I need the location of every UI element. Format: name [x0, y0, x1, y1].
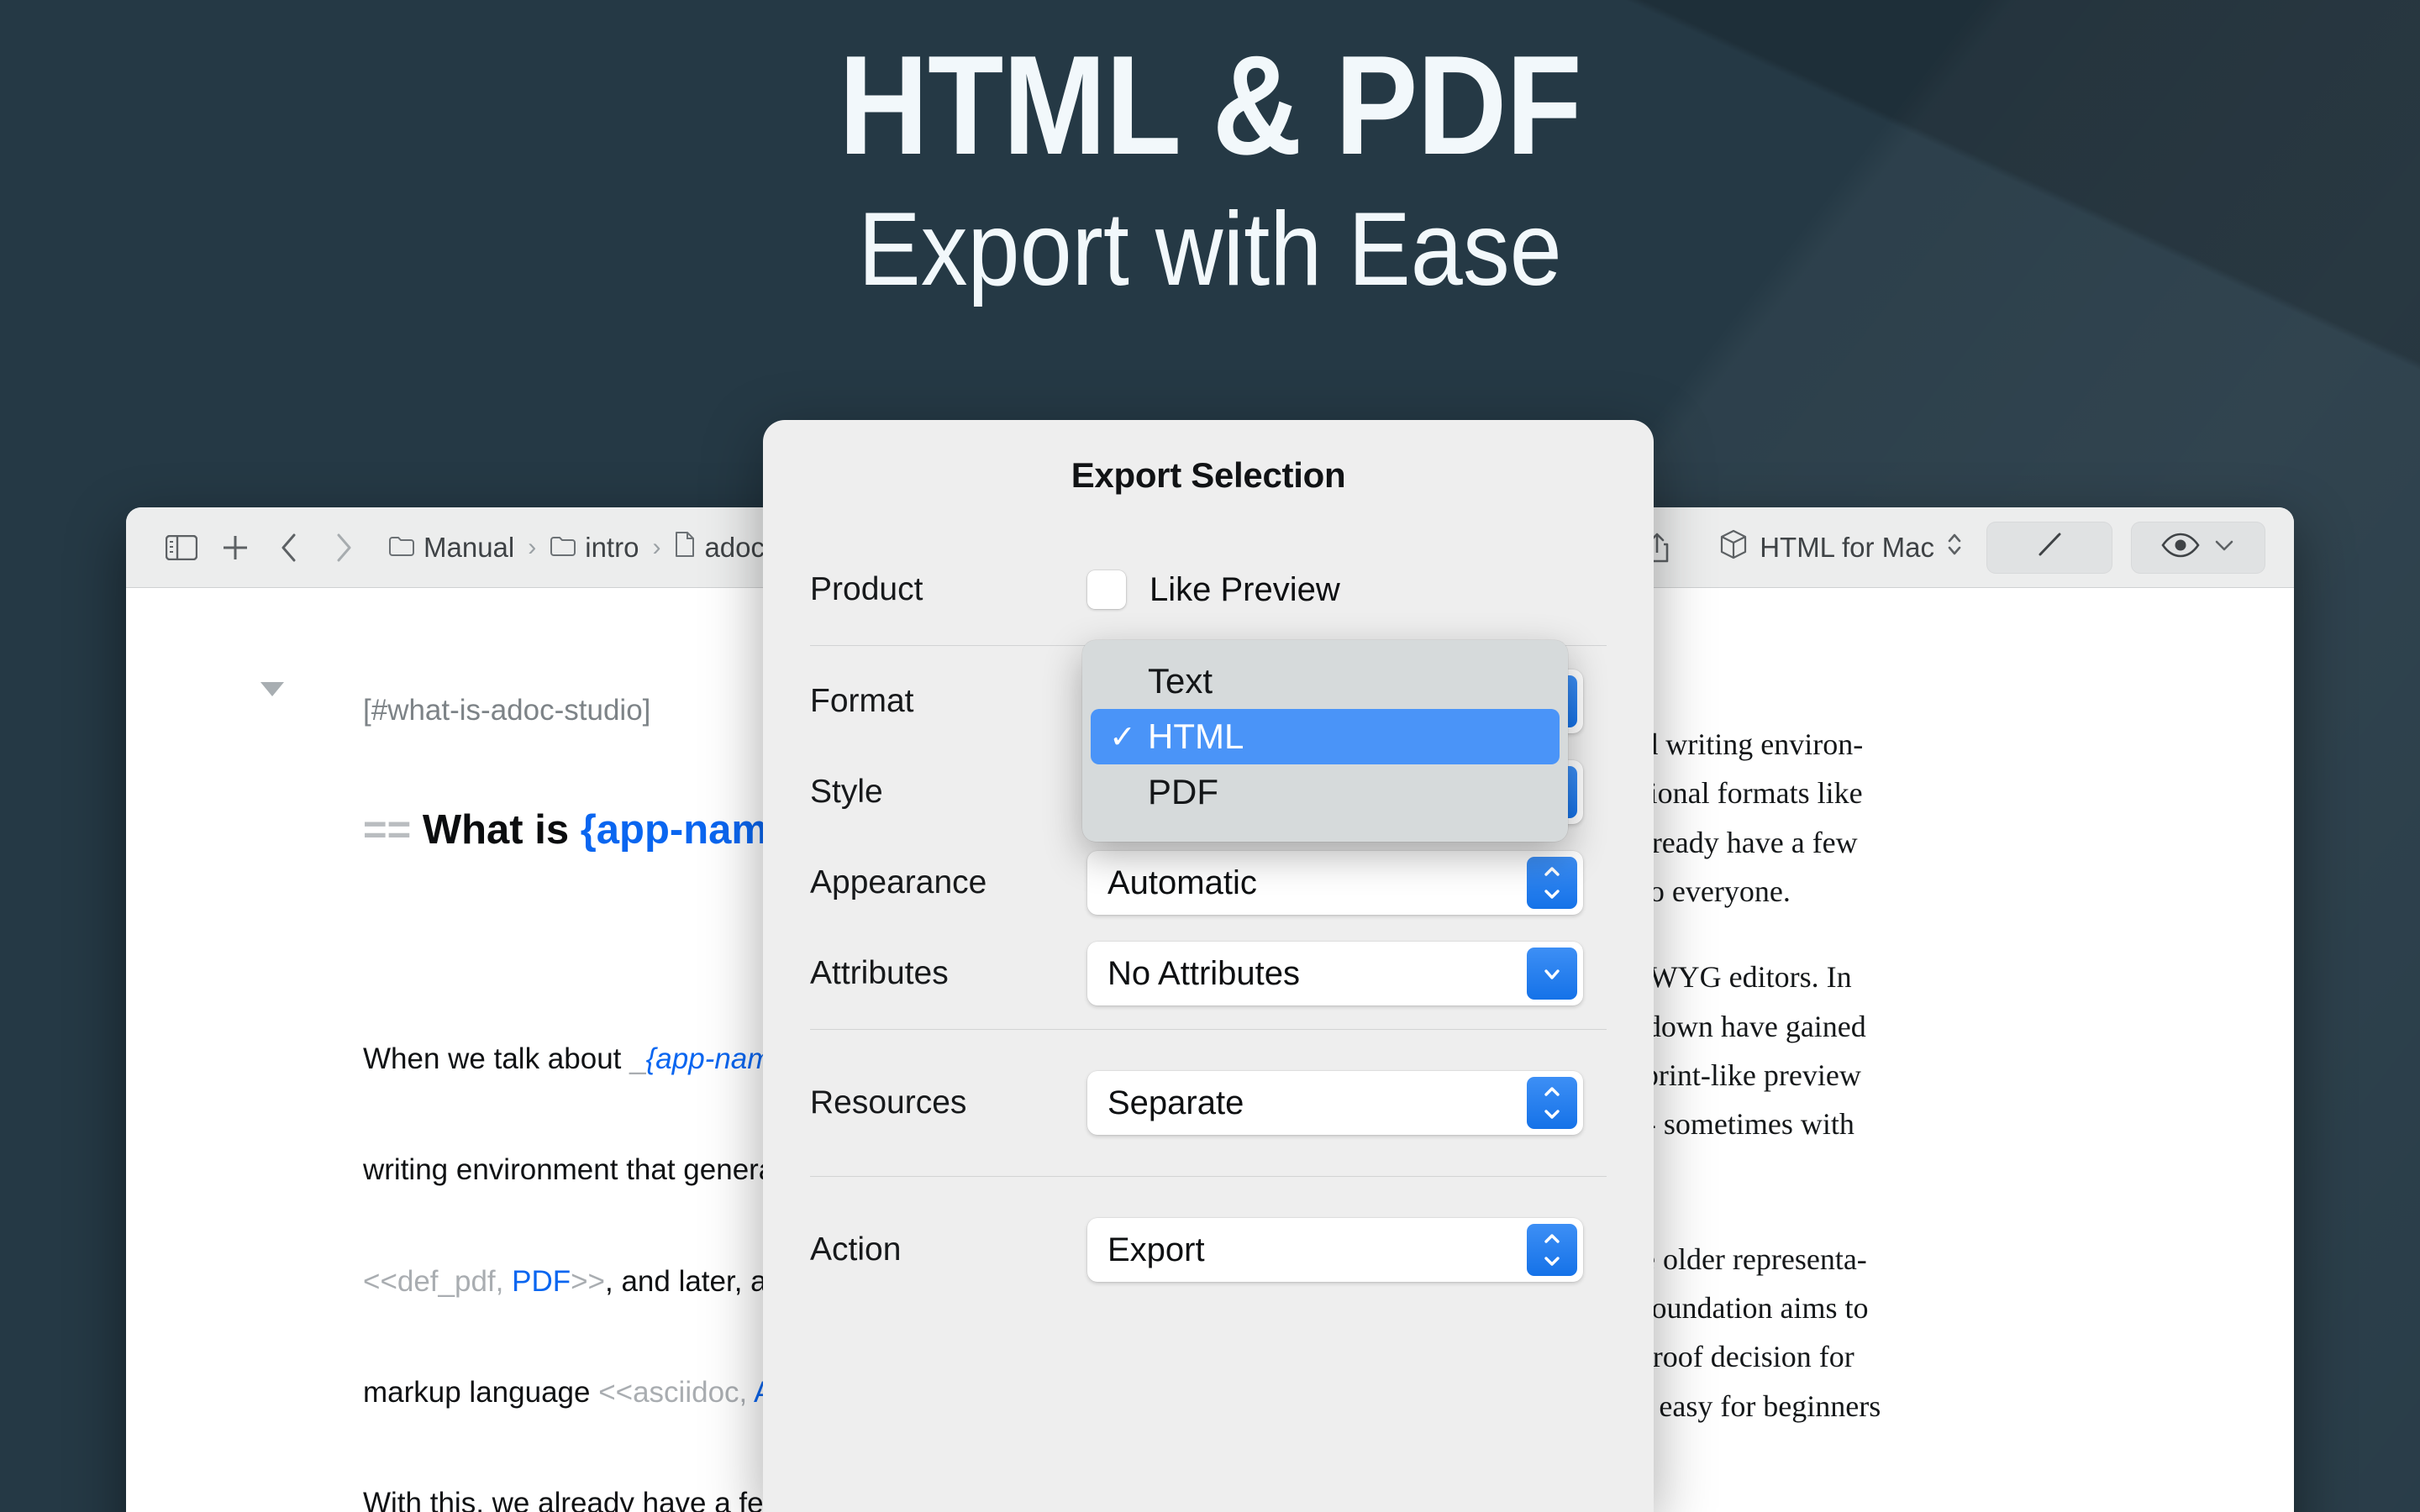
up-down-chevron-icon[interactable]	[1527, 1224, 1577, 1276]
breadcrumb-separator: ›	[652, 533, 660, 562]
form-row-appearance: Appearance Automatic	[810, 837, 1607, 928]
like-preview-checkbox[interactable]	[1087, 570, 1126, 609]
appearance-select[interactable]: Automatic	[1087, 851, 1583, 915]
appearance-value: Automatic	[1087, 864, 1257, 902]
up-down-chevron-icon	[1946, 530, 1963, 565]
menu-item-text[interactable]: Text	[1091, 654, 1560, 709]
form-row-resources: Resources Separate	[810, 1040, 1607, 1166]
attributes-value: No Attributes	[1087, 955, 1300, 993]
eye-icon	[2161, 532, 2200, 563]
menu-item-label: HTML	[1148, 717, 1244, 757]
editor-heading-marker: ==	[363, 807, 411, 853]
menu-item-label: PDF	[1148, 772, 1218, 812]
dialog-title: Export Selection	[763, 420, 1654, 496]
chevron-left-icon[interactable]	[262, 524, 316, 571]
hero-banner: HTML & PDF Export with Ease	[0, 34, 2420, 307]
hero-subtitle: Export with Ease	[121, 192, 2299, 307]
folder-icon	[388, 532, 415, 564]
pencil-icon	[2033, 528, 2066, 566]
attributes-select[interactable]: No Attributes	[1087, 942, 1583, 1005]
format-popup-menu[interactable]: Text ✓ HTML PDF	[1082, 640, 1568, 842]
chevron-down-icon[interactable]	[1527, 948, 1577, 1000]
cube-icon	[1719, 529, 1748, 566]
sidebar-icon[interactable]	[155, 524, 208, 571]
like-preview-label: Like Preview	[1150, 571, 1340, 609]
form-divider	[810, 1176, 1607, 1177]
form-row-product: Product Like Preview	[810, 544, 1607, 635]
folder-icon	[550, 532, 576, 564]
resources-select[interactable]: Separate	[1087, 1071, 1583, 1135]
label-product: Product	[810, 571, 1087, 608]
form-row-attributes: Attributes No Attributes	[810, 928, 1607, 1019]
hero-title: HTML & PDF	[145, 34, 2275, 177]
plus-icon[interactable]	[208, 524, 262, 571]
up-down-chevron-icon[interactable]	[1527, 857, 1577, 909]
label-appearance: Appearance	[810, 864, 1087, 901]
menu-item-pdf[interactable]: PDF	[1091, 764, 1560, 820]
form-row-action: Action Export	[810, 1187, 1607, 1313]
editor-heading-text: What is	[423, 807, 581, 853]
check-icon: ✓	[1109, 718, 1148, 756]
action-select[interactable]: Export	[1087, 1218, 1583, 1282]
label-attributes: Attributes	[810, 955, 1087, 992]
breadcrumb-separator: ›	[528, 533, 536, 562]
label-style: Style	[810, 774, 1087, 811]
export-format-chip[interactable]: HTML for Mac	[1719, 529, 1963, 566]
export-dialog: Export Selection Product Like Preview Fo…	[763, 420, 1654, 1512]
label-format: Format	[810, 683, 1087, 720]
breadcrumb-label-intro: intro	[585, 532, 639, 564]
export-form: Product Like Preview Format HTML Style	[763, 496, 1654, 1313]
edit-mode-button[interactable]	[1986, 522, 2112, 574]
menu-item-label: Text	[1148, 661, 1213, 701]
chevron-down-icon[interactable]	[2213, 538, 2235, 557]
export-format-label: HTML for Mac	[1760, 532, 1934, 564]
label-resources: Resources	[810, 1084, 1087, 1121]
label-action: Action	[810, 1231, 1087, 1268]
document-icon	[674, 531, 696, 564]
breadcrumb-item-intro[interactable]: intro	[550, 532, 639, 564]
action-value: Export	[1087, 1231, 1205, 1269]
up-down-chevron-icon[interactable]	[1527, 1077, 1577, 1129]
resources-value: Separate	[1087, 1084, 1244, 1122]
breadcrumb-label-manual: Manual	[424, 532, 514, 564]
form-divider	[810, 1029, 1607, 1030]
menu-item-html[interactable]: ✓ HTML	[1091, 709, 1560, 764]
chevron-right-icon[interactable]	[316, 524, 370, 571]
preview-mode-button[interactable]	[2131, 522, 2265, 574]
breadcrumb-item-manual[interactable]: Manual	[388, 532, 514, 564]
